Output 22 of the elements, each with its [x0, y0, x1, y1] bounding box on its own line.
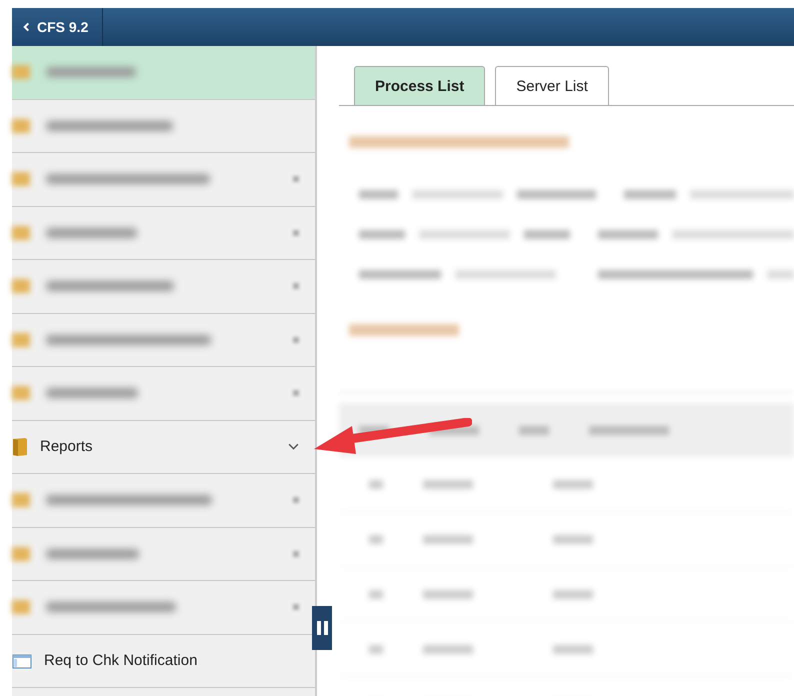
blurred-icon	[12, 279, 30, 294]
blurred-icon	[12, 493, 30, 508]
item-label: Req to Chk Notification	[44, 652, 198, 670]
blurred-icon	[12, 332, 30, 347]
sidebar-item[interactable]: Reports	[12, 420, 315, 474]
blurred-icon	[12, 546, 30, 561]
item-label: Reports	[40, 438, 93, 456]
back-icon	[22, 22, 31, 32]
blurred-icon	[12, 226, 30, 240]
sidebar-item[interactable]	[12, 46, 315, 100]
blurred-icon	[12, 172, 30, 186]
tab[interactable]: Server List	[495, 66, 609, 105]
blurred-icon	[12, 386, 30, 400]
folder-icon	[12, 436, 28, 457]
collapse-handle[interactable]	[312, 606, 332, 650]
back-button[interactable]: CFS 9.2	[12, 8, 104, 46]
blurred-icon	[12, 118, 30, 133]
tab[interactable]: Process List	[354, 66, 486, 105]
sidebar-item[interactable]: Req to Chk Notification	[12, 634, 315, 688]
window-icon	[12, 652, 32, 669]
blurred-icon	[12, 600, 30, 614]
blurred-icon	[12, 65, 30, 80]
